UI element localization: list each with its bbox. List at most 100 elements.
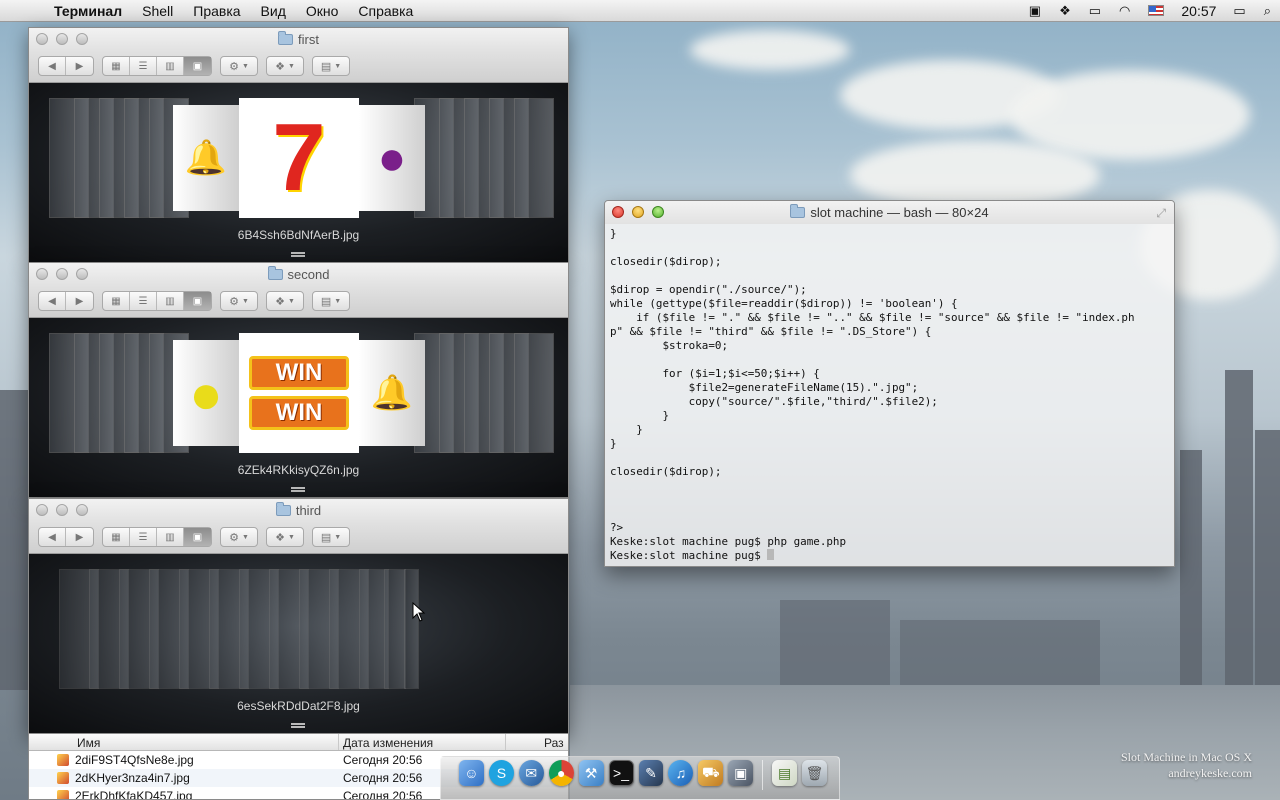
view-switcher: ▦ ☰ ▥ ▣ bbox=[102, 527, 212, 547]
dropbox-button[interactable]: ❖ ▼ bbox=[266, 56, 304, 76]
column-header-name[interactable]: Имя bbox=[29, 734, 339, 750]
us-flag-icon[interactable] bbox=[1139, 5, 1173, 16]
dropbox-button[interactable]: ❖ ▼ bbox=[266, 527, 304, 547]
icon-view-button[interactable]: ▦ bbox=[103, 528, 130, 546]
coverflow-item-right[interactable]: 🔔 bbox=[359, 340, 425, 446]
window-titlebar[interactable]: first bbox=[29, 28, 568, 50]
arrange-button[interactable]: ▤ ▼ bbox=[312, 56, 350, 76]
coverflow-area[interactable]: 🔔 ● 7 6B4Ssh6BdNfAerB.jpg bbox=[29, 83, 568, 262]
resize-grip[interactable] bbox=[291, 252, 305, 257]
menu-help[interactable]: Справка bbox=[348, 3, 423, 19]
back-button[interactable]: ◀ bbox=[39, 292, 66, 310]
action-button[interactable]: ⚙ ▼ bbox=[220, 291, 258, 311]
zoom-button[interactable] bbox=[76, 504, 88, 516]
terminal-line: } bbox=[610, 437, 617, 450]
terminal-line: $stroka=0; bbox=[610, 339, 729, 352]
terminal-line: $dirop = opendir("./source/"); bbox=[610, 283, 807, 296]
column-view-button[interactable]: ▥ bbox=[157, 57, 184, 75]
menu-view[interactable]: Вид bbox=[251, 3, 296, 19]
menu-shell[interactable]: Shell bbox=[132, 3, 183, 19]
coverflow-item-right[interactable]: ● bbox=[359, 105, 425, 211]
minimize-button[interactable] bbox=[56, 33, 68, 45]
icon-view-button[interactable]: ▦ bbox=[103, 292, 130, 310]
mouse-pointer-icon bbox=[412, 602, 426, 622]
folder-icon bbox=[278, 30, 294, 45]
dropbox-icon[interactable]: ❖ bbox=[1050, 3, 1080, 19]
camera-icon[interactable]: ▣ bbox=[1020, 3, 1050, 19]
window-title: third bbox=[295, 502, 322, 518]
column-view-button[interactable]: ▥ bbox=[157, 528, 184, 546]
forward-button[interactable]: ▶ bbox=[66, 57, 93, 75]
resize-grip[interactable] bbox=[291, 723, 305, 728]
image-file-icon bbox=[57, 754, 69, 766]
list-view-button[interactable]: ☰ bbox=[130, 292, 157, 310]
column-header-size[interactable]: Раз bbox=[506, 734, 566, 750]
itunes-icon[interactable]: ♫ bbox=[668, 760, 694, 786]
minimize-button[interactable] bbox=[632, 206, 644, 218]
list-view-button[interactable]: ☰ bbox=[130, 57, 157, 75]
nav-buttons: ◀ ▶ bbox=[38, 56, 94, 76]
coverflow-area[interactable]: ● 🔔 WIN WIN 6ZEk4RKkisyQZ6n.jpg bbox=[29, 318, 568, 497]
column-view-button[interactable]: ▥ bbox=[157, 292, 184, 310]
skype-icon[interactable]: S bbox=[488, 760, 514, 786]
menu-window[interactable]: Окно bbox=[296, 3, 349, 19]
coverflow-item-selected[interactable]: WIN WIN bbox=[239, 333, 359, 453]
thunderbird-icon[interactable]: ✉ bbox=[518, 760, 544, 786]
menu-edit[interactable]: Правка bbox=[183, 3, 250, 19]
icon-view-button[interactable]: ▦ bbox=[103, 57, 130, 75]
forward-button[interactable]: ▶ bbox=[66, 292, 93, 310]
back-button[interactable]: ◀ bbox=[39, 57, 66, 75]
action-button[interactable]: ⚙ ▼ bbox=[220, 527, 258, 547]
arrange-icon: ▤ bbox=[320, 531, 332, 544]
fullscreen-icon[interactable]: ⤢ bbox=[1156, 206, 1166, 221]
chrome-icon[interactable]: ● bbox=[548, 760, 574, 786]
zoom-button[interactable] bbox=[652, 206, 664, 218]
coverflow-item-left[interactable]: ● bbox=[173, 340, 239, 446]
coverflow-caption: 6esSekRDdDat2F8.jpg bbox=[237, 699, 360, 713]
coverflow-view-button[interactable]: ▣ bbox=[184, 292, 211, 310]
menubar-clock[interactable]: 20:57 bbox=[1173, 3, 1224, 19]
menu-app-terminal[interactable]: Терминал bbox=[44, 3, 132, 19]
finder-icon[interactable]: ☺ bbox=[459, 760, 484, 786]
zoom-button[interactable] bbox=[76, 268, 88, 280]
terminal-output[interactable]: } closedir($dirop); $dirop = opendir("./… bbox=[605, 224, 1174, 566]
spotlight-icon[interactable]: ⌕ bbox=[1255, 3, 1280, 19]
preview-icon[interactable]: ▤ bbox=[772, 760, 798, 786]
wifi-icon[interactable]: ◠ bbox=[1110, 3, 1139, 19]
minimize-button[interactable] bbox=[56, 268, 68, 280]
arrange-button[interactable]: ▤ ▼ bbox=[312, 527, 350, 547]
action-button[interactable]: ⚙ ▼ bbox=[220, 56, 258, 76]
dropbox-button[interactable]: ❖ ▼ bbox=[266, 291, 304, 311]
terminal-line: for ($i=1;$i<=50;$i++) { bbox=[610, 367, 820, 380]
transmit-icon[interactable]: ⛟ bbox=[698, 760, 724, 786]
close-button[interactable] bbox=[36, 504, 48, 516]
window-titlebar[interactable]: second bbox=[29, 263, 568, 285]
close-button[interactable] bbox=[36, 268, 48, 280]
coverflow-view-button[interactable]: ▣ bbox=[184, 528, 211, 546]
display-icon[interactable]: ▭ bbox=[1080, 3, 1110, 19]
trash-icon[interactable]: 🗑 bbox=[802, 760, 827, 786]
coverflow-area[interactable]: 6esSekRDdDat2F8.jpg bbox=[29, 554, 568, 733]
minimize-button[interactable] bbox=[56, 504, 68, 516]
close-button[interactable] bbox=[36, 33, 48, 45]
close-button[interactable] bbox=[612, 206, 624, 218]
window-titlebar[interactable]: third bbox=[29, 499, 568, 521]
coverflow-item-selected[interactable]: 7 bbox=[239, 98, 359, 218]
window-titlebar[interactable]: slot machine — bash — 80×24 ⤢ bbox=[605, 201, 1174, 224]
resize-grip[interactable] bbox=[291, 487, 305, 492]
back-button[interactable]: ◀ bbox=[39, 528, 66, 546]
list-view-button[interactable]: ☰ bbox=[130, 528, 157, 546]
terminal-icon[interactable]: >_ bbox=[608, 760, 634, 786]
coverflow-view-button[interactable]: ▣ bbox=[184, 57, 211, 75]
feather-icon[interactable]: ✎ bbox=[638, 760, 664, 786]
forward-button[interactable]: ▶ bbox=[66, 528, 93, 546]
battery-icon[interactable]: ▭ bbox=[1224, 3, 1254, 19]
zoom-button[interactable] bbox=[76, 33, 88, 45]
column-header-date[interactable]: Дата изменения bbox=[339, 734, 506, 750]
photo-icon[interactable]: ▣ bbox=[728, 760, 754, 786]
arrange-button[interactable]: ▤ ▼ bbox=[312, 291, 350, 311]
xcode-icon[interactable]: ⚒ bbox=[578, 760, 604, 786]
coverflow-item-left[interactable]: 🔔 bbox=[173, 105, 239, 211]
